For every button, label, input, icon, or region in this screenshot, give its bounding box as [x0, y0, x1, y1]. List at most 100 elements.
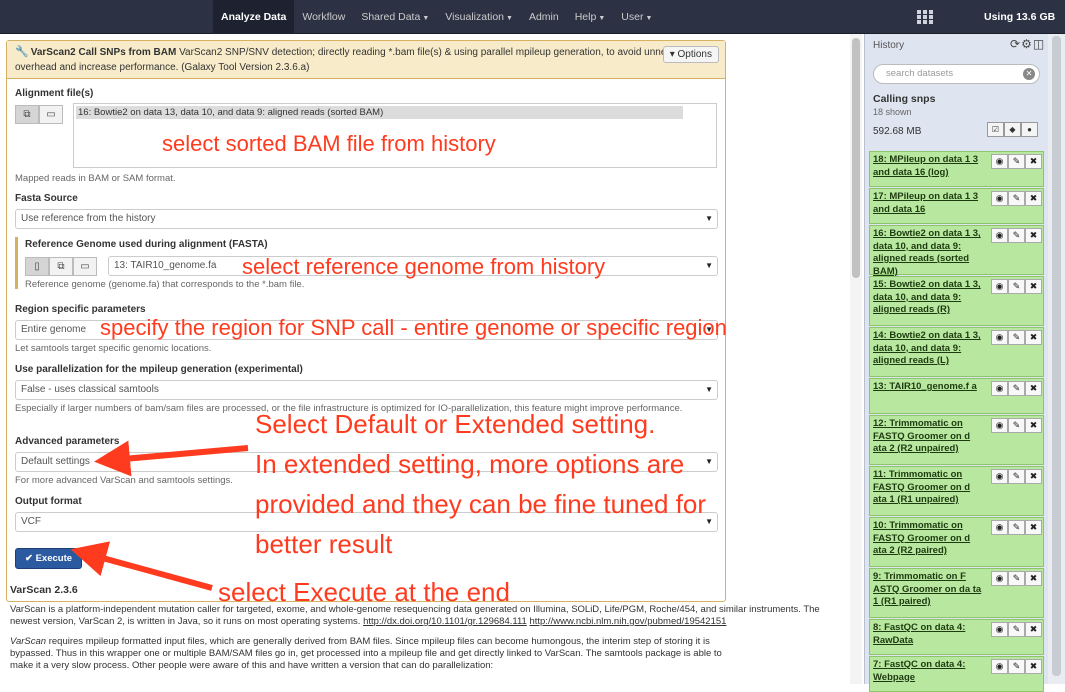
history-item[interactable]: 9: Trimmomatic on F ASTQ Groomer on da t… [869, 568, 1044, 618]
comment-icon[interactable]: ● [1021, 122, 1038, 137]
eye-icon[interactable]: ◉ [991, 622, 1008, 637]
pencil-icon[interactable]: ✎ [1008, 659, 1025, 674]
pencil-icon[interactable]: ✎ [1008, 622, 1025, 637]
alignment-selected-option[interactable]: 16: Bowtie2 on data 13, data 10, and dat… [76, 106, 683, 119]
eye-icon[interactable]: ◉ [991, 154, 1008, 169]
eye-icon[interactable]: ◉ [991, 571, 1008, 586]
delete-icon[interactable]: ✖ [1025, 228, 1042, 243]
scrollbar-thumb[interactable] [1052, 36, 1061, 676]
history-name[interactable]: Calling snps [873, 93, 935, 105]
single-dataset-icon[interactable]: ▯ [25, 257, 49, 276]
history-item-title[interactable]: 16: Bowtie2 on data 1 3, data 10, and da… [873, 228, 985, 278]
eye-icon[interactable]: ◉ [991, 659, 1008, 674]
eye-icon[interactable]: ◉ [991, 469, 1008, 484]
eye-icon[interactable]: ◉ [991, 279, 1008, 294]
delete-icon[interactable]: ✖ [1025, 520, 1042, 535]
delete-icon[interactable]: ✖ [1025, 622, 1042, 637]
nav-visualization[interactable]: Visualization ▼ [437, 0, 521, 34]
history-item-title[interactable]: 18: MPileup on data 1 3 and data 16 (log… [873, 154, 985, 179]
pencil-icon[interactable]: ✎ [1008, 520, 1025, 535]
delete-icon[interactable]: ✖ [1025, 279, 1042, 294]
history-item-title[interactable]: 11: Trimmomatic on FASTQ Groomer on d at… [873, 469, 985, 507]
folder-icon[interactable]: ▭ [39, 105, 63, 124]
history-scrollbar[interactable] [1048, 34, 1065, 684]
eye-icon[interactable]: ◉ [991, 520, 1008, 535]
tool-title: VarScan2 Call SNPs from BAM [30, 47, 177, 58]
help-link-doi[interactable]: http://dx.doi.org/10.1101/gr.129684.111 [363, 616, 527, 627]
scrollbar-thumb[interactable] [852, 38, 860, 278]
clear-icon[interactable]: ✕ [1023, 68, 1035, 80]
nav-admin[interactable]: Admin [521, 0, 567, 34]
delete-icon[interactable]: ✖ [1025, 418, 1042, 433]
pencil-icon[interactable]: ✎ [1008, 469, 1025, 484]
history-item[interactable]: 15: Bowtie2 on data 1 3, data 10, and da… [869, 276, 1044, 326]
history-item-title[interactable]: 13: TAIR10_genome.f a [873, 381, 985, 394]
pencil-icon[interactable]: ✎ [1008, 418, 1025, 433]
pencil-icon[interactable]: ✎ [1008, 279, 1025, 294]
columns-icon[interactable]: ◫ [1033, 37, 1045, 51]
history-item-title[interactable]: 10: Trimmomatic on FASTQ Groomer on d at… [873, 520, 985, 558]
pencil-icon[interactable]: ✎ [1008, 571, 1025, 586]
history-item[interactable]: 8: FastQC on data 4: RawData ◉ ✎ ✖ [869, 619, 1044, 655]
history-shown-count: 18 shown [873, 107, 912, 117]
pencil-icon[interactable]: ✎ [1008, 330, 1025, 345]
history-item[interactable]: 12: Trimmomatic on FASTQ Groomer on d at… [869, 415, 1044, 465]
multiple-datasets-icon[interactable]: ⧉ [49, 257, 73, 276]
region-label: Region specific parameters [15, 304, 146, 315]
eye-icon[interactable]: ◉ [991, 228, 1008, 243]
history-item[interactable]: 7: FastQC on data 4: Webpage ◉ ✎ ✖ [869, 656, 1044, 692]
history-item-title[interactable]: 8: FastQC on data 4: RawData [873, 622, 985, 647]
history-item[interactable]: 14: Bowtie2 on data 1 3, data 10, and da… [869, 327, 1044, 377]
pencil-icon[interactable]: ✎ [1008, 191, 1025, 206]
history-item[interactable]: 16: Bowtie2 on data 1 3, data 10, and da… [869, 225, 1044, 278]
delete-icon[interactable]: ✖ [1025, 469, 1042, 484]
history-item-title[interactable]: 14: Bowtie2 on data 1 3, data 10, and da… [873, 330, 985, 368]
quota-usage: Using 13.6 GB [984, 11, 1056, 23]
pencil-icon[interactable]: ✎ [1008, 154, 1025, 169]
delete-icon[interactable]: ✖ [1025, 191, 1042, 206]
masthead: Analyze Data Workflow Shared Data ▼ Visua… [0, 0, 1065, 34]
pencil-icon[interactable]: ✎ [1008, 381, 1025, 396]
eye-icon[interactable]: ◉ [991, 381, 1008, 396]
history-item-title[interactable]: 17: MPileup on data 1 3 and data 16 [873, 191, 985, 216]
delete-icon[interactable]: ✖ [1025, 330, 1042, 345]
history-item[interactable]: 17: MPileup on data 1 3 and data 16 ◉ ✎ ✖ [869, 188, 1044, 224]
nav-user[interactable]: User ▼ [613, 0, 660, 34]
nav-analyze-data[interactable]: Analyze Data [213, 0, 295, 34]
history-item-title[interactable]: 9: Trimmomatic on F ASTQ Groomer on da t… [873, 571, 985, 609]
refresh-icon[interactable]: ⟳ [1010, 37, 1021, 51]
history-search-input[interactable]: search datasets ✕ [873, 64, 1040, 84]
nav-workflow[interactable]: Workflow [294, 0, 353, 34]
nav-shared-data[interactable]: Shared Data ▼ [353, 0, 437, 34]
select-icon[interactable]: ☑ [987, 122, 1004, 137]
options-button[interactable]: ▾ Options [662, 46, 719, 63]
execute-button[interactable]: ✔ Execute [15, 548, 82, 569]
center-scrollbar[interactable] [850, 34, 862, 684]
scratchbook-grid-icon[interactable] [917, 10, 933, 24]
tag-icon[interactable]: ◆ [1004, 122, 1021, 137]
history-item-title[interactable]: 15: Bowtie2 on data 1 3, data 10, and da… [873, 279, 985, 317]
history-item-title[interactable]: 7: FastQC on data 4: Webpage [873, 659, 985, 684]
multiple-datasets-icon[interactable]: ⧉ [15, 105, 39, 124]
pencil-icon[interactable]: ✎ [1008, 228, 1025, 243]
history-item-title[interactable]: 12: Trimmomatic on FASTQ Groomer on d at… [873, 418, 985, 456]
delete-icon[interactable]: ✖ [1025, 154, 1042, 169]
history-item[interactable]: 10: Trimmomatic on FASTQ Groomer on d at… [869, 517, 1044, 567]
gear-icon[interactable]: ⚙ [1021, 37, 1033, 51]
history-item[interactable]: 11: Trimmomatic on FASTQ Groomer on d at… [869, 466, 1044, 516]
eye-icon[interactable]: ◉ [991, 418, 1008, 433]
history-options: ⟳⚙◫ [1010, 37, 1045, 51]
history-item[interactable]: 13: TAIR10_genome.f a ◉ ✎ ✖ [869, 378, 1044, 414]
delete-icon[interactable]: ✖ [1025, 659, 1042, 674]
history-item[interactable]: 18: MPileup on data 1 3 and data 16 (log… [869, 151, 1044, 187]
eye-icon[interactable]: ◉ [991, 330, 1008, 345]
fasta-source-select[interactable]: Use reference from the history ▼ [15, 209, 718, 229]
delete-icon[interactable]: ✖ [1025, 381, 1042, 396]
folder-icon[interactable]: ▭ [73, 257, 97, 276]
chevron-down-icon: ▼ [645, 15, 653, 22]
parallelization-select[interactable]: False - uses classical samtools ▼ [15, 380, 718, 400]
delete-icon[interactable]: ✖ [1025, 571, 1042, 586]
nav-help[interactable]: Help ▼ [567, 0, 614, 34]
eye-icon[interactable]: ◉ [991, 191, 1008, 206]
help-link-pubmed[interactable]: http://www.ncbi.nlm.nih.gov/pubmed/19542… [529, 616, 726, 627]
